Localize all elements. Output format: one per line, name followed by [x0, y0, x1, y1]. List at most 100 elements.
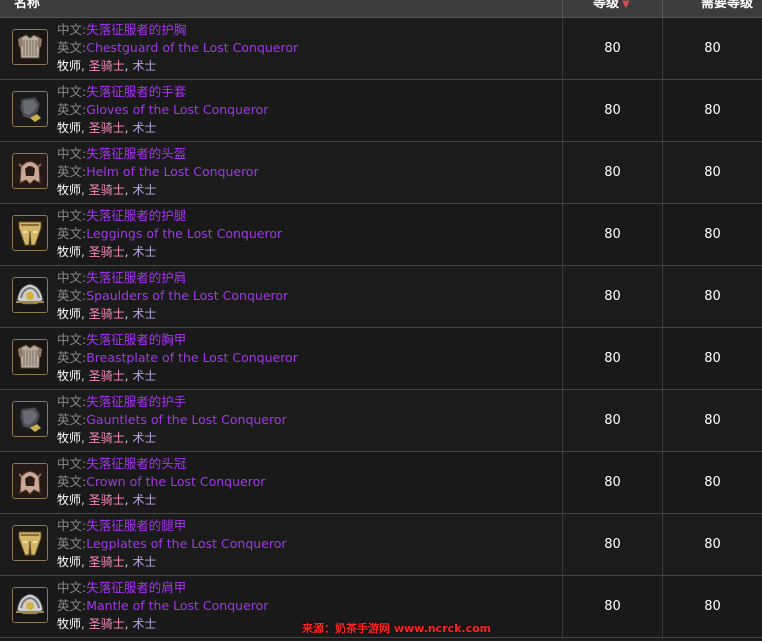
class-link-paladin[interactable]: 圣骑士	[89, 245, 125, 259]
class-link-paladin[interactable]: 圣骑士	[89, 555, 125, 569]
item-name-zh-line: 中文:失落征服者的护胸	[57, 22, 186, 38]
class-link-priest[interactable]: 牧师	[57, 307, 81, 321]
item-name-zh[interactable]: 失落征服者的腿甲	[86, 518, 186, 533]
item-classes: 牧师, 圣骑士, 术士	[57, 244, 156, 260]
class-link-warlock[interactable]: 术士	[132, 183, 156, 197]
class-separator: ,	[81, 617, 89, 631]
class-link-warlock[interactable]: 术士	[132, 369, 156, 383]
class-link-priest[interactable]: 牧师	[57, 493, 81, 507]
class-separator: ,	[81, 183, 89, 197]
column-header-required-level[interactable]: 需要等级	[701, 0, 753, 17]
shoulder-icon[interactable]	[12, 277, 48, 313]
item-table: 名称 等级 ▼ 需要等级 中文:失落征服者的护胸 英文:Chestguard of…	[0, 0, 762, 641]
table-row: 中文:失落征服者的护手 英文:Gauntlets of the Lost Con…	[0, 390, 762, 452]
item-name-zh[interactable]: 失落征服者的头盔	[86, 146, 186, 161]
item-name-en[interactable]: Spaulders of the Lost Conqueror	[86, 288, 288, 303]
class-link-warlock[interactable]: 术士	[132, 493, 156, 507]
leggings-icon[interactable]	[12, 215, 48, 251]
item-name-zh[interactable]: 失落征服者的肩甲	[86, 580, 186, 595]
helm-icon[interactable]	[12, 463, 48, 499]
item-name-en[interactable]: Chestguard of the Lost Conqueror	[86, 40, 298, 55]
item-name-en[interactable]: Mantle of the Lost Conqueror	[86, 598, 268, 613]
item-name-zh-line: 中文:失落征服者的肩甲	[57, 580, 186, 596]
class-link-priest[interactable]: 牧师	[57, 245, 81, 259]
table-row: 中文:失落征服者的手套 英文:Gloves of the Lost Conque…	[0, 80, 762, 142]
column-header-name[interactable]: 名称	[14, 0, 40, 17]
class-link-priest[interactable]: 牧师	[57, 121, 81, 135]
helm-icon[interactable]	[12, 153, 48, 189]
item-name-zh[interactable]: 失落征服者的头冠	[86, 456, 186, 471]
label-zh: 中文:	[57, 456, 87, 471]
item-name-en[interactable]: Breastplate of the Lost Conqueror	[86, 350, 298, 365]
item-name-en-line: 英文:Leggings of the Lost Conqueror	[57, 226, 282, 242]
label-zh: 中文:	[57, 208, 87, 223]
column-header-level[interactable]: 等级 ▼	[593, 0, 630, 17]
item-name-en[interactable]: Helm of the Lost Conqueror	[86, 164, 259, 179]
class-link-priest[interactable]: 牧师	[57, 59, 81, 73]
class-link-paladin[interactable]: 圣骑士	[89, 121, 125, 135]
class-link-warlock[interactable]: 术士	[132, 617, 156, 631]
class-link-warlock[interactable]: 术士	[132, 307, 156, 321]
label-zh: 中文:	[57, 580, 87, 595]
label-zh: 中文:	[57, 146, 87, 161]
table-row: 中文:失落征服者的护肩 英文:Spaulders of the Lost Con…	[0, 266, 762, 328]
item-name-zh[interactable]: 失落征服者的护腿	[86, 208, 186, 223]
chest-armor-icon[interactable]	[12, 339, 48, 375]
class-link-priest[interactable]: 牧师	[57, 369, 81, 383]
chest-armor-icon[interactable]	[12, 29, 48, 65]
label-en: 英文:	[57, 226, 87, 241]
class-link-warlock[interactable]: 术士	[132, 59, 156, 73]
item-classes: 牧师, 圣骑士, 术士	[57, 58, 156, 74]
item-classes: 牧师, 圣骑士, 术士	[57, 120, 156, 136]
label-zh: 中文:	[57, 332, 87, 347]
class-link-priest[interactable]: 牧师	[57, 555, 81, 569]
label-en: 英文:	[57, 288, 87, 303]
item-required-level: 80	[704, 537, 721, 552]
label-zh: 中文:	[57, 22, 87, 37]
class-link-paladin[interactable]: 圣骑士	[89, 493, 125, 507]
class-link-warlock[interactable]: 术士	[132, 431, 156, 445]
item-name-zh[interactable]: 失落征服者的护手	[86, 394, 186, 409]
item-name-zh[interactable]: 失落征服者的胸甲	[86, 332, 186, 347]
class-link-paladin[interactable]: 圣骑士	[89, 183, 125, 197]
label-en: 英文:	[57, 412, 87, 427]
item-name-zh[interactable]: 失落征服者的护胸	[86, 22, 186, 37]
label-en: 英文:	[57, 40, 87, 55]
shoulder-icon[interactable]	[12, 587, 48, 623]
item-classes: 牧师, 圣骑士, 术士	[57, 368, 156, 384]
item-level: 80	[604, 475, 621, 490]
class-link-warlock[interactable]: 术士	[132, 245, 156, 259]
class-link-warlock[interactable]: 术士	[132, 121, 156, 135]
item-name-en[interactable]: Leggings of the Lost Conqueror	[86, 226, 282, 241]
class-link-warlock[interactable]: 术士	[132, 555, 156, 569]
item-classes: 牧师, 圣骑士, 术士	[57, 430, 156, 446]
item-name-zh-line: 中文:失落征服者的护手	[57, 394, 186, 410]
class-link-paladin[interactable]: 圣骑士	[89, 617, 125, 631]
item-level: 80	[604, 351, 621, 366]
item-level: 80	[604, 599, 621, 614]
class-separator: ,	[81, 431, 89, 445]
label-zh: 中文:	[57, 84, 87, 99]
item-name-en[interactable]: Gloves of the Lost Conqueror	[86, 102, 268, 117]
item-name-zh[interactable]: 失落征服者的护肩	[86, 270, 186, 285]
class-link-paladin[interactable]: 圣骑士	[89, 307, 125, 321]
class-link-paladin[interactable]: 圣骑士	[89, 369, 125, 383]
item-name-en-line: 英文:Helm of the Lost Conqueror	[57, 164, 259, 180]
item-classes: 牧师, 圣骑士, 术士	[57, 306, 156, 322]
class-link-priest[interactable]: 牧师	[57, 617, 81, 631]
item-name-en[interactable]: Crown of the Lost Conqueror	[86, 474, 265, 489]
item-name-en[interactable]: Legplates of the Lost Conqueror	[86, 536, 286, 551]
class-link-paladin[interactable]: 圣骑士	[89, 431, 125, 445]
leggings-icon[interactable]	[12, 525, 48, 561]
item-name-zh[interactable]: 失落征服者的手套	[86, 84, 186, 99]
table-header: 名称 等级 ▼ 需要等级	[0, 0, 762, 18]
gloves-icon[interactable]	[12, 91, 48, 127]
class-link-priest[interactable]: 牧师	[57, 431, 81, 445]
item-name-zh-line: 中文:失落征服者的手套	[57, 84, 186, 100]
item-level: 80	[604, 103, 621, 118]
item-name-zh-line: 中文:失落征服者的腿甲	[57, 518, 186, 534]
gloves-icon[interactable]	[12, 401, 48, 437]
item-name-en[interactable]: Gauntlets of the Lost Conqueror	[86, 412, 286, 427]
class-link-paladin[interactable]: 圣骑士	[89, 59, 125, 73]
class-link-priest[interactable]: 牧师	[57, 183, 81, 197]
